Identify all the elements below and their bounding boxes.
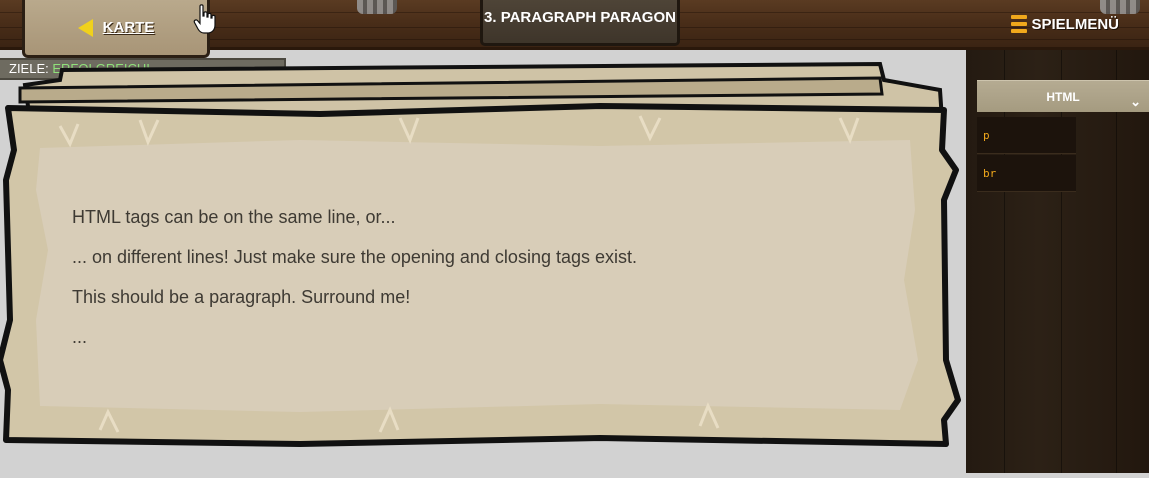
- snippet-panel: [966, 50, 1149, 473]
- snippet-br[interactable]: br: [977, 155, 1076, 192]
- hamburger-icon: [1011, 15, 1028, 33]
- chain-decoration: [1100, 0, 1140, 14]
- plank-seam: [1004, 50, 1005, 473]
- lesson-text: HTML tags can be on the same line, or...…: [72, 207, 872, 367]
- chain-decoration: [357, 0, 397, 14]
- html-category-tab[interactable]: HTML ⌄: [977, 80, 1149, 112]
- lesson-line: ... on different lines! Just make sure t…: [72, 247, 637, 267]
- level-title: 3. PARAGRAPH PARAGON: [480, 0, 680, 46]
- game-menu-button[interactable]: SPIELMENÜ: [1011, 15, 1119, 33]
- game-menu-label: SPIELMENÜ: [1031, 15, 1119, 33]
- back-arrow-icon: [77, 18, 93, 37]
- plank-seam: [1116, 50, 1117, 473]
- lesson-line: HTML tags can be on the same line, or...: [72, 207, 396, 227]
- hand-cursor-icon: [193, 4, 216, 34]
- snippet-p[interactable]: p: [977, 117, 1076, 154]
- lesson-line: This should be a paragraph. Surround me!: [72, 287, 411, 307]
- lesson-line: ...: [72, 327, 88, 347]
- plank-seam: [1061, 50, 1062, 473]
- html-tab-label: HTML: [1046, 90, 1080, 104]
- chevron-down-icon: ⌄: [1130, 94, 1141, 109]
- map-back-label: KARTE: [102, 19, 155, 36]
- map-back-button[interactable]: KARTE: [22, 0, 210, 58]
